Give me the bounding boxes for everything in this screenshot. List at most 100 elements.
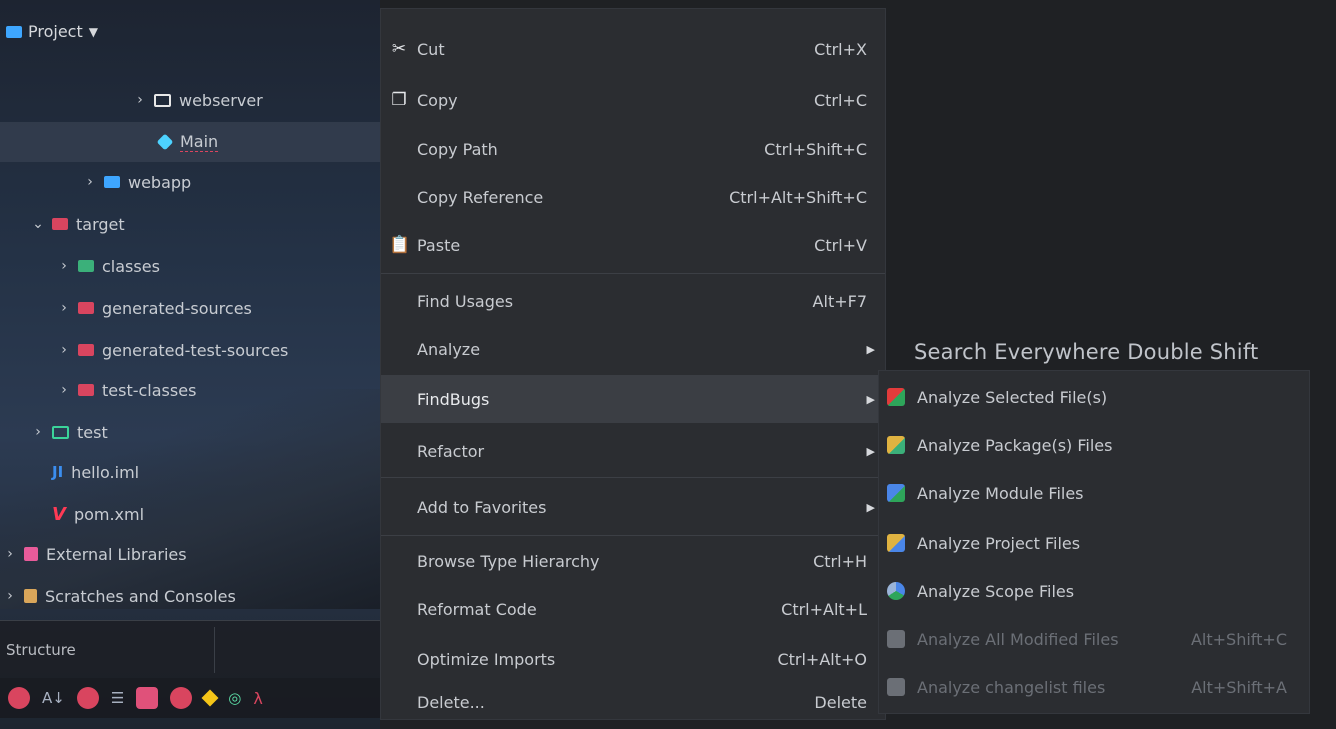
folder-icon (52, 218, 68, 230)
menu-item-copy-path[interactable]: Copy Path Ctrl+Shift+C (381, 127, 885, 171)
folder-icon (78, 302, 94, 314)
tree-item-label: generated-sources (102, 298, 252, 318)
menu-item-add-to-favorites[interactable]: Add to Favorites ▶ (381, 485, 885, 529)
changelist-icon (887, 678, 905, 696)
maven-file-icon: V (52, 503, 66, 525)
submenu-arrow-icon: ▶ (866, 500, 875, 514)
chevron-right-icon: › (35, 424, 41, 440)
menu-item-find-usages[interactable]: Find Usages Alt+F7 (381, 279, 885, 323)
tree-item-label: pom.xml (73, 504, 145, 524)
copy-icon: ❐ (391, 90, 407, 110)
menu-separator (381, 477, 885, 478)
menu-item-delete[interactable]: Delete... Delete (381, 685, 885, 719)
method-icon[interactable] (76, 687, 99, 709)
chevron-right-icon: › (137, 92, 143, 108)
tree-item-pom-xml[interactable]: V pom.xml (52, 494, 144, 534)
menu-separator (381, 273, 885, 274)
chevron-right-icon: › (61, 342, 67, 358)
chevron-right-icon: › (7, 546, 13, 562)
tag-icon[interactable] (136, 687, 159, 709)
tree-item-label: Main (180, 132, 219, 152)
iml-file-icon: JI (52, 463, 64, 481)
class-icon (156, 133, 174, 151)
scratches-icon (24, 589, 37, 603)
tree-item-scratches[interactable]: › Scratches and Consoles (4, 576, 236, 616)
web-folder-icon (104, 176, 120, 188)
modified-files-icon (887, 630, 905, 648)
diamond-icon[interactable] (201, 689, 219, 707)
tree-item-label: Scratches and Consoles (45, 586, 236, 606)
menu-item-optimize-imports[interactable]: Optimize Imports Ctrl+Alt+O (381, 637, 885, 681)
bug-icon (887, 388, 905, 406)
menu-item-copy[interactable]: ❐ Copy Ctrl+C (381, 78, 885, 122)
library-icon (24, 547, 38, 561)
tree-item-external-libraries[interactable]: › External Libraries (4, 534, 187, 574)
list-icon[interactable]: ☰ (111, 689, 124, 707)
divider (214, 627, 215, 673)
tree-item-label: test-classes (102, 380, 197, 400)
lock-icon[interactable] (170, 687, 193, 709)
submenu-arrow-icon: ▶ (866, 342, 875, 356)
sort-alpha-icon[interactable]: A↓ (42, 689, 65, 707)
submenu-item-analyze-all-modified-files[interactable]: Analyze All Modified Files Alt+Shift+C (879, 615, 1309, 663)
menu-item-reformat-code[interactable]: Reformat Code Ctrl+Alt+L (381, 587, 885, 631)
tree-item-label: target (76, 214, 125, 234)
project-files-icon (887, 534, 905, 552)
structure-tool-window-header[interactable]: Structure (0, 620, 380, 678)
submenu-arrow-icon: ▶ (866, 444, 875, 458)
tree-item-webapp[interactable]: › webapp (84, 162, 191, 202)
project-view-selector[interactable]: Project ▼ (6, 22, 98, 41)
submenu-arrow-icon: ▶ (866, 392, 875, 406)
clipboard-icon: 📋 (389, 235, 411, 255)
menu-item-paste[interactable]: 📋 Paste Ctrl+V (381, 223, 885, 267)
menu-item-browse-type-hierarchy[interactable]: Browse Type Hierarchy Ctrl+H (381, 539, 885, 583)
tree-item-generated-test-sources[interactable]: › generated-test-sources (58, 330, 288, 370)
project-view-label: Project (28, 22, 83, 41)
tree-item-target[interactable]: ⌄ target (32, 204, 125, 244)
folder-icon (154, 93, 171, 107)
lambda-icon[interactable]: λ (253, 689, 262, 708)
tree-item-webserver[interactable]: › webserver (134, 80, 263, 120)
menu-item-analyze[interactable]: Analyze ▶ (381, 327, 885, 371)
project-icon (6, 25, 22, 38)
submenu-item-analyze-selected-files[interactable]: Analyze Selected File(s) (879, 373, 1309, 421)
folder-icon (78, 384, 94, 396)
submenu-item-analyze-package-files[interactable]: Analyze Package(s) Files (879, 421, 1309, 469)
structure-label: Structure (6, 640, 76, 659)
folder-icon (52, 425, 69, 439)
sort-icon[interactable] (8, 687, 30, 709)
chevron-right-icon: › (61, 382, 67, 398)
submenu-item-analyze-module-files[interactable]: Analyze Module Files (879, 469, 1309, 517)
folder-icon (78, 344, 94, 356)
tree-item-label: webserver (179, 90, 263, 110)
tree-item-generated-sources[interactable]: › generated-sources (58, 288, 252, 328)
chevron-right-icon: › (61, 300, 67, 316)
menu-separator (381, 535, 885, 536)
menu-item-copy-reference[interactable]: Copy Reference Ctrl+Alt+Shift+C (381, 175, 885, 219)
submenu-item-analyze-changelist-files[interactable]: Analyze changelist files Alt+Shift+A (879, 663, 1309, 711)
tree-item-test[interactable]: › test (32, 412, 108, 452)
tree-item-main-selected[interactable]: Main (0, 122, 380, 162)
findbugs-submenu: Analyze Selected File(s) Analyze Package… (878, 370, 1310, 714)
tree-item-label: classes (102, 256, 160, 276)
menu-item-refactor[interactable]: Refactor ▶ (381, 429, 885, 473)
tree-item-label: hello.iml (71, 462, 140, 482)
menu-item-cut[interactable]: ✂ Cut Ctrl+X (381, 27, 885, 71)
tree-item-hello-iml[interactable]: JI hello.iml (52, 452, 139, 492)
submenu-item-analyze-project-files[interactable]: Analyze Project Files (879, 519, 1309, 567)
chevron-right-icon: › (61, 258, 67, 274)
submenu-item-analyze-scope-files[interactable]: Analyze Scope Files (879, 567, 1309, 615)
project-tool-window: Project ▼ › webserver Main › webapp ⌄ ta… (0, 0, 380, 729)
chevron-down-icon: ⌄ (32, 216, 44, 232)
target-icon[interactable]: ◎ (228, 689, 241, 707)
tree-item-test-classes[interactable]: › test-classes (58, 370, 196, 410)
tree-item-classes[interactable]: › classes (58, 246, 160, 286)
menu-item-findbugs[interactable]: FindBugs ▶ (381, 375, 885, 423)
tree-item-label: generated-test-sources (102, 340, 289, 360)
package-icon (887, 436, 905, 454)
structure-toolbar: A↓ ☰ ◎ λ (0, 678, 380, 718)
folder-icon (78, 260, 94, 272)
tree-item-label: External Libraries (46, 544, 187, 564)
context-menu: ✂ Cut Ctrl+X ❐ Copy Ctrl+C Copy Path Ctr… (380, 8, 886, 720)
scope-icon (887, 582, 905, 600)
